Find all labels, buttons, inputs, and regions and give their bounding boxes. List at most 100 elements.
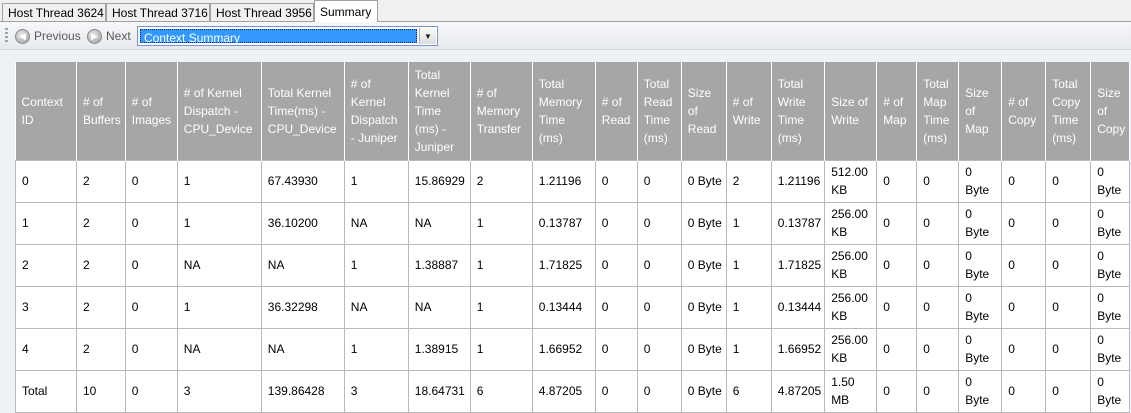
table-cell: 1.38887 (407, 243, 471, 287)
table-cell: 256.00 KB (824, 243, 878, 287)
table-cell: 0 (1045, 327, 1092, 371)
table-cell: 67.43930 (260, 159, 345, 203)
column-header[interactable]: Total Read Time (ms) (637, 62, 682, 160)
table-cell: 0 (636, 201, 682, 245)
column-header[interactable]: # of Memory Transfer (470, 62, 533, 160)
column-header[interactable]: # of Kernel Dispatch - CPU_Device (177, 62, 262, 160)
next-button[interactable]: ▶ Next (87, 27, 131, 45)
table-cell: 0 (876, 159, 918, 203)
column-header[interactable]: Total Copy Time (ms) (1045, 62, 1092, 160)
column-header[interactable]: # of Write (726, 62, 772, 160)
table-cell: 0 (916, 201, 960, 245)
next-label: Next (106, 29, 131, 43)
table-cell: 0 (916, 159, 960, 203)
table-cell: 6 (725, 369, 772, 413)
column-header[interactable]: # of Buffers (76, 62, 126, 160)
tab-summary[interactable]: Summary (314, 0, 378, 22)
table-cell: 0 Byte (1090, 369, 1131, 413)
table-cell: 0 Byte (680, 201, 727, 245)
table-cell: 0 Byte (958, 369, 1003, 413)
table-cell: Total (15, 369, 77, 413)
column-header[interactable]: Context ID (15, 62, 77, 160)
column-header[interactable]: # of Kernel Dispatch - Juniper (344, 62, 409, 160)
previous-button[interactable]: ◀ Previous (15, 27, 81, 45)
chevron-down-icon[interactable]: ▼ (419, 28, 436, 44)
view-select[interactable]: Context Summary ▼ (137, 26, 438, 46)
table-cell: 3 (343, 369, 409, 413)
table-row[interactable]: 2 2 0 NA NA 1 1.38887 1 1.71825 0 0 0 Byte 1 1.71825 2… (15, 243, 1131, 287)
column-header[interactable]: Total Kernel Time (ms) - Juniper (408, 62, 471, 160)
table-cell: 36.10200 (260, 201, 345, 245)
table-cell: 0.13787 (770, 201, 826, 245)
table-cell: NA (343, 285, 409, 329)
table-row[interactable]: 3 2 0 1 36.32298 NA NA 1 0.13444 0 0 0 Byte 1 0.13444… (15, 285, 1131, 329)
table-cell: 0 (1045, 369, 1092, 413)
column-header[interactable]: Total Write Time (ms) (771, 62, 826, 160)
table-cell: 0 Byte (680, 327, 727, 371)
table-row[interactable]: 0 2 0 1 67.43930 1 15.86929 2 1.21196 0 0 0 Byte 2 1.… (15, 159, 1131, 203)
table-cell: 0 (1001, 159, 1047, 203)
table-cell: NA (407, 285, 471, 329)
table-cell: 0 Byte (1090, 243, 1131, 287)
table-row[interactable]: 4 2 0 NA NA 1 1.38915 1 1.66952 0 0 0 Byte 1 1.66952 2… (15, 327, 1131, 371)
summary-panel: Context ID # of Buffers # of Images # of Ke… (0, 50, 1131, 413)
table-cell: 1 (725, 327, 772, 371)
table-cell: 0 (1001, 201, 1047, 245)
table-cell: 1.71825 (770, 243, 826, 287)
column-header[interactable]: # of Copy (1001, 62, 1047, 160)
table-cell: 1 (469, 327, 533, 371)
table-row[interactable]: 1 2 0 1 36.10200 NA NA 1 0.13787 0 0 0 Byte 1 0.13787… (15, 201, 1131, 245)
table-cell: 0 (594, 243, 638, 287)
table-cell: 0 (124, 159, 178, 203)
table-cell: 0 (876, 327, 918, 371)
column-header[interactable]: Size of Copy (1090, 62, 1131, 160)
table-cell: 0 (594, 159, 638, 203)
table-cell: NA (343, 201, 409, 245)
table-cell: 139.86428 (260, 369, 345, 413)
table-cell: 1 (176, 285, 262, 329)
table-cell: 0 (15, 159, 77, 203)
table-row-total[interactable]: Total 10 0 3 139.86428 3 18.64731 6 4.87205 0 0 0 B… (15, 369, 1131, 413)
table-cell: 0 (636, 327, 682, 371)
tab-host-thread-3716[interactable]: Host Thread 3716 (106, 3, 210, 21)
table-cell: 0 Byte (680, 285, 727, 329)
table-cell: 4 (15, 327, 77, 371)
column-header[interactable]: Size of Map (958, 62, 1003, 160)
table-cell: 1 (343, 243, 409, 287)
tab-host-thread-3956[interactable]: Host Thread 3956 (210, 3, 314, 21)
column-header[interactable]: Size of Read (681, 62, 727, 160)
table-cell: 4.87205 (770, 369, 826, 413)
column-header[interactable]: Total Map Time (ms) (916, 62, 960, 160)
column-header[interactable]: # of Images (125, 62, 178, 160)
arrow-left-icon: ◀ (15, 28, 30, 44)
table-cell: NA (260, 243, 345, 287)
table-cell: 0 (1001, 243, 1047, 287)
table-cell: 0 (1045, 243, 1092, 287)
table-cell: 2 (15, 243, 77, 287)
column-header[interactable]: Total Kernel Time(ms) - CPU_Device (261, 62, 345, 160)
table-cell: 256.00 KB (824, 285, 878, 329)
column-header[interactable]: Total Memory Time (ms) (532, 62, 596, 160)
table-cell: 2 (725, 159, 772, 203)
toolbar-grip-icon[interactable] (5, 28, 8, 43)
table-cell: 0 (1001, 285, 1047, 329)
table-cell: 1.38915 (407, 327, 471, 371)
table-cell: 1.71825 (531, 243, 596, 287)
previous-label: Previous (34, 29, 81, 43)
table-cell: 0 (916, 327, 960, 371)
table-cell: 1 (343, 327, 409, 371)
column-header[interactable]: # of Read (595, 62, 638, 160)
column-header[interactable]: Size of Write (824, 62, 878, 160)
column-header[interactable]: # of Map (876, 62, 918, 160)
table-cell: 0 (636, 285, 682, 329)
tab-host-thread-3624[interactable]: Host Thread 3624 (2, 3, 106, 21)
table-cell: 10 (76, 369, 126, 413)
table-cell: 0.13444 (531, 285, 596, 329)
view-select-value: Context Summary (140, 29, 417, 45)
table-cell: 1 (725, 201, 772, 245)
table-cell: NA (407, 201, 471, 245)
table-cell: 0.13787 (531, 201, 596, 245)
table-cell: 0 (124, 369, 178, 413)
table-cell: 0 (594, 285, 638, 329)
table-cell: 0 (636, 243, 682, 287)
